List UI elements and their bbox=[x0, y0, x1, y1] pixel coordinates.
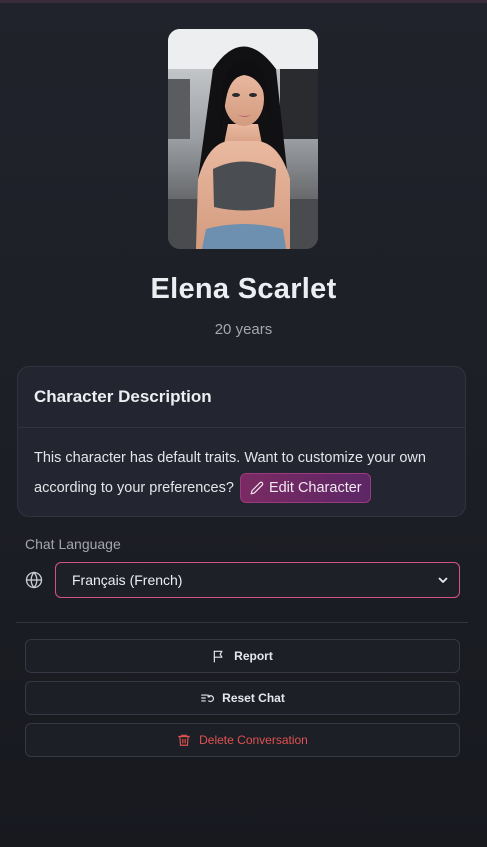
character-name: Elena Scarlet bbox=[150, 273, 337, 305]
chat-language-select[interactable]: Français (French) bbox=[55, 562, 460, 598]
character-profile-panel: Elena Scarlet 20 years Character Descrip… bbox=[0, 0, 487, 847]
character-age: 20 years bbox=[214, 321, 273, 338]
avatar-image bbox=[168, 29, 318, 249]
globe-icon bbox=[25, 571, 43, 589]
character-description-card: Character Description This character has… bbox=[17, 366, 466, 517]
pencil-icon bbox=[250, 481, 264, 495]
card-body: This character has default traits. Want … bbox=[18, 428, 465, 503]
section-divider bbox=[16, 622, 468, 623]
report-label: Report bbox=[234, 649, 273, 663]
delete-conversation-button[interactable]: Delete Conversation bbox=[25, 723, 460, 757]
character-avatar bbox=[168, 29, 318, 249]
chat-language-label: Chat Language bbox=[25, 536, 121, 552]
flag-icon bbox=[213, 650, 223, 663]
trash-icon bbox=[178, 734, 190, 746]
selected-language: Français (French) bbox=[72, 572, 183, 588]
report-button[interactable]: Report bbox=[25, 639, 460, 673]
chevron-down-icon bbox=[438, 577, 448, 583]
list-reset-icon bbox=[201, 694, 215, 703]
card-title: Character Description bbox=[18, 367, 465, 428]
edit-character-label: Edit Character bbox=[268, 480, 362, 496]
delete-conversation-label: Delete Conversation bbox=[199, 733, 308, 747]
reset-chat-label: Reset Chat bbox=[222, 691, 285, 705]
edit-character-button[interactable]: Edit Character bbox=[239, 473, 371, 503]
reset-chat-button[interactable]: Reset Chat bbox=[25, 681, 460, 715]
